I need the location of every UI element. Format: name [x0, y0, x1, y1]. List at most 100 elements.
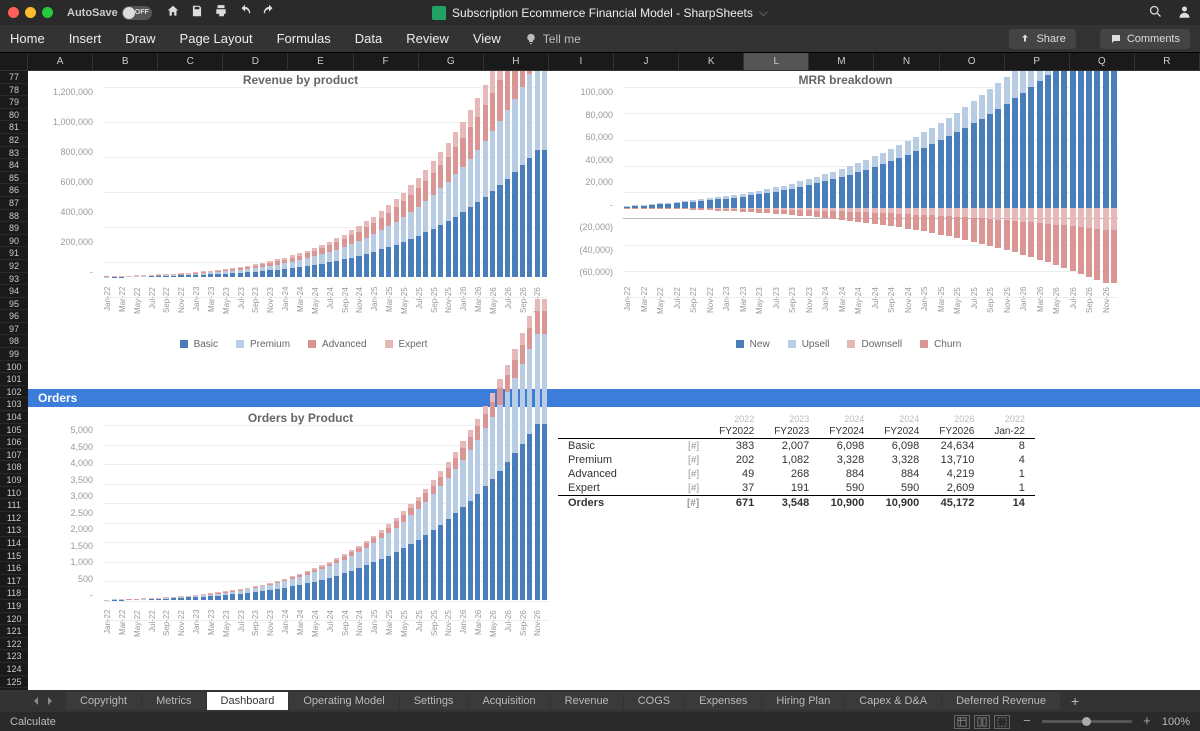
row-header-122[interactable]: 122	[0, 638, 28, 651]
row-header-81[interactable]: 81	[0, 121, 28, 134]
row-header-116[interactable]: 116	[0, 562, 28, 575]
sheet-tab-deferred-revenue[interactable]: Deferred Revenue	[942, 692, 1060, 710]
column-header-J[interactable]: J	[614, 53, 679, 70]
row-header-80[interactable]: 80	[0, 109, 28, 122]
print-icon[interactable]	[214, 4, 228, 21]
row-header-109[interactable]: 109	[0, 474, 28, 487]
sheet-tab-copyright[interactable]: Copyright	[66, 692, 141, 710]
sheet-tab-cogs[interactable]: COGS	[624, 692, 684, 710]
column-header-G[interactable]: G	[419, 53, 484, 70]
row-header-113[interactable]: 113	[0, 524, 28, 537]
ribbon-draw[interactable]: Draw	[125, 31, 155, 46]
row-header-85[interactable]: 85	[0, 172, 28, 185]
column-header-C[interactable]: C	[158, 53, 223, 70]
row-header-98[interactable]: 98	[0, 335, 28, 348]
ribbon-formulas[interactable]: Formulas	[277, 31, 331, 46]
sheet-tab-revenue[interactable]: Revenue	[551, 692, 623, 710]
column-header-F[interactable]: F	[354, 53, 419, 70]
column-header-H[interactable]: H	[484, 53, 549, 70]
tell-me[interactable]: Tell me	[525, 32, 581, 46]
column-header-Q[interactable]: Q	[1070, 53, 1135, 70]
sheet-tab-hiring-plan[interactable]: Hiring Plan	[762, 692, 844, 710]
row-header-83[interactable]: 83	[0, 147, 28, 160]
column-header-R[interactable]: R	[1135, 53, 1200, 70]
minimize-window-icon[interactable]	[25, 7, 36, 18]
zoom-level[interactable]: 100%	[1162, 716, 1190, 728]
row-header-96[interactable]: 96	[0, 310, 28, 323]
column-header-P[interactable]: P	[1005, 53, 1070, 70]
ribbon-home[interactable]: Home	[10, 31, 45, 46]
comments-button[interactable]: Comments	[1100, 29, 1190, 49]
ribbon-review[interactable]: Review	[406, 31, 449, 46]
user-icon[interactable]	[1177, 4, 1192, 22]
view-pagebreak-icon[interactable]	[994, 715, 1010, 729]
row-header-77[interactable]: 77	[0, 71, 28, 84]
share-button[interactable]: Share	[1009, 29, 1075, 49]
row-header-115[interactable]: 115	[0, 550, 28, 563]
sheet-tab-dashboard[interactable]: Dashboard	[207, 692, 289, 710]
row-header-125[interactable]: 125	[0, 676, 28, 689]
zoom-out-button[interactable]: −	[1020, 715, 1034, 729]
row-header-105[interactable]: 105	[0, 424, 28, 437]
zoom-slider[interactable]	[1042, 720, 1132, 723]
column-header-L[interactable]: L	[744, 53, 809, 70]
row-header-93[interactable]: 93	[0, 273, 28, 286]
row-header-82[interactable]: 82	[0, 134, 28, 147]
save-icon[interactable]	[190, 4, 204, 21]
row-header-91[interactable]: 91	[0, 247, 28, 260]
column-header-M[interactable]: M	[809, 53, 874, 70]
sheet-tab-acquisition[interactable]: Acquisition	[468, 692, 549, 710]
column-header-B[interactable]: B	[93, 53, 158, 70]
chart-revenue-by-product[interactable]: Revenue by product 1,200,0001,000,000800…	[48, 73, 553, 373]
row-header-112[interactable]: 112	[0, 512, 28, 525]
select-all-corner[interactable]	[0, 53, 28, 70]
row-header-92[interactable]: 92	[0, 260, 28, 273]
redo-icon[interactable]	[262, 4, 276, 21]
column-header-E[interactable]: E	[288, 53, 353, 70]
row-header-84[interactable]: 84	[0, 159, 28, 172]
row-header-117[interactable]: 117	[0, 575, 28, 588]
ribbon-data[interactable]: Data	[355, 31, 382, 46]
row-header-89[interactable]: 89	[0, 222, 28, 235]
row-header-123[interactable]: 123	[0, 650, 28, 663]
row-header-103[interactable]: 103	[0, 398, 28, 411]
worksheet[interactable]: Revenue by product 1,200,0001,000,000800…	[28, 71, 1200, 690]
row-header-121[interactable]: 121	[0, 625, 28, 638]
row-header-111[interactable]: 111	[0, 499, 28, 512]
sheet-tab-expenses[interactable]: Expenses	[685, 692, 761, 710]
zoom-in-button[interactable]: +	[1140, 715, 1154, 729]
row-header-110[interactable]: 110	[0, 487, 28, 500]
row-header-100[interactable]: 100	[0, 361, 28, 374]
column-header-N[interactable]: N	[874, 53, 939, 70]
home-icon[interactable]	[166, 4, 180, 21]
column-header-I[interactable]: I	[549, 53, 614, 70]
sheet-tab-capex-d-a[interactable]: Capex & D&A	[845, 692, 941, 710]
row-header-114[interactable]: 114	[0, 537, 28, 550]
close-window-icon[interactable]	[8, 7, 19, 18]
sheet-tab-operating-model[interactable]: Operating Model	[289, 692, 398, 710]
row-header-120[interactable]: 120	[0, 613, 28, 626]
chart-mrr-breakdown[interactable]: MRR breakdown 100,00080,00060,00040,0002…	[568, 73, 1123, 373]
row-header-104[interactable]: 104	[0, 411, 28, 424]
view-layout-icon[interactable]	[974, 715, 990, 729]
column-header-A[interactable]: A	[28, 53, 93, 70]
row-header-119[interactable]: 119	[0, 600, 28, 613]
column-header-O[interactable]: O	[940, 53, 1005, 70]
row-header-87[interactable]: 87	[0, 197, 28, 210]
view-normal-icon[interactable]	[954, 715, 970, 729]
row-headers[interactable]: 7778798081828384858687888990919293949596…	[0, 71, 28, 690]
column-header-D[interactable]: D	[223, 53, 288, 70]
sheet-tab-settings[interactable]: Settings	[400, 692, 468, 710]
ribbon-page-layout[interactable]: Page Layout	[180, 31, 253, 46]
row-header-88[interactable]: 88	[0, 210, 28, 223]
maximize-window-icon[interactable]	[42, 7, 53, 18]
column-header-K[interactable]: K	[679, 53, 744, 70]
row-header-94[interactable]: 94	[0, 285, 28, 298]
row-header-78[interactable]: 78	[0, 84, 28, 97]
ribbon-view[interactable]: View	[473, 31, 501, 46]
row-header-106[interactable]: 106	[0, 436, 28, 449]
row-header-101[interactable]: 101	[0, 373, 28, 386]
row-header-124[interactable]: 124	[0, 663, 28, 676]
row-header-107[interactable]: 107	[0, 449, 28, 462]
row-header-97[interactable]: 97	[0, 323, 28, 336]
